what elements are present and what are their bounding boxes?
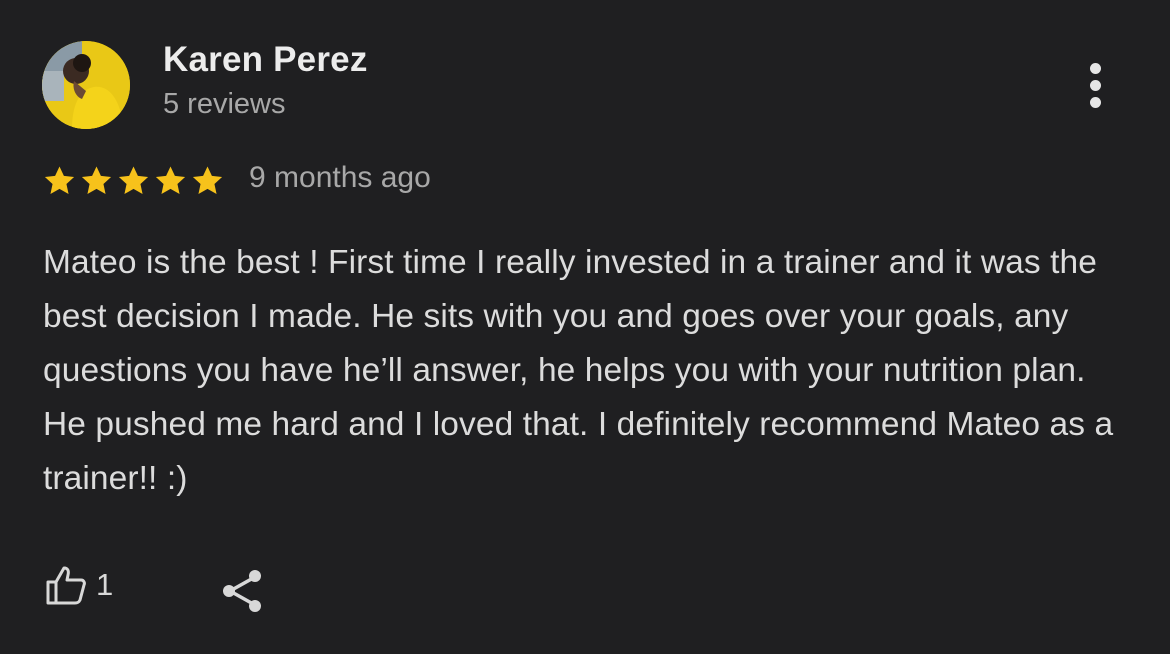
review-text: Mateo is the best ! First time I really …	[43, 244, 1114, 497]
like-button[interactable]: 1	[44, 563, 113, 607]
star-icon	[192, 166, 223, 195]
more-vert-icon	[1089, 62, 1101, 74]
more-options-button[interactable]	[1075, 56, 1115, 114]
more-vert-icon-dot	[1089, 96, 1101, 108]
reviewer-name[interactable]: Karen Perez	[163, 40, 368, 80]
avatar-image	[42, 41, 130, 129]
star-icon	[118, 166, 149, 195]
star-icon	[44, 166, 75, 195]
avatar[interactable]	[42, 41, 130, 129]
star-icon	[155, 166, 186, 195]
share-button[interactable]	[219, 566, 269, 616]
thumbs-up-icon	[46, 566, 86, 605]
review-time: 9 months ago	[249, 161, 431, 194]
more-vert-icon-dot	[1089, 79, 1101, 91]
star-rating	[42, 164, 225, 198]
review-card: Karen Perez 5 reviews 9 months ago Mateo…	[0, 0, 1170, 654]
share-icon	[223, 570, 261, 612]
reviews-count: 5 reviews	[163, 88, 286, 120]
star-icon	[81, 166, 112, 195]
like-count: 1	[96, 567, 114, 602]
